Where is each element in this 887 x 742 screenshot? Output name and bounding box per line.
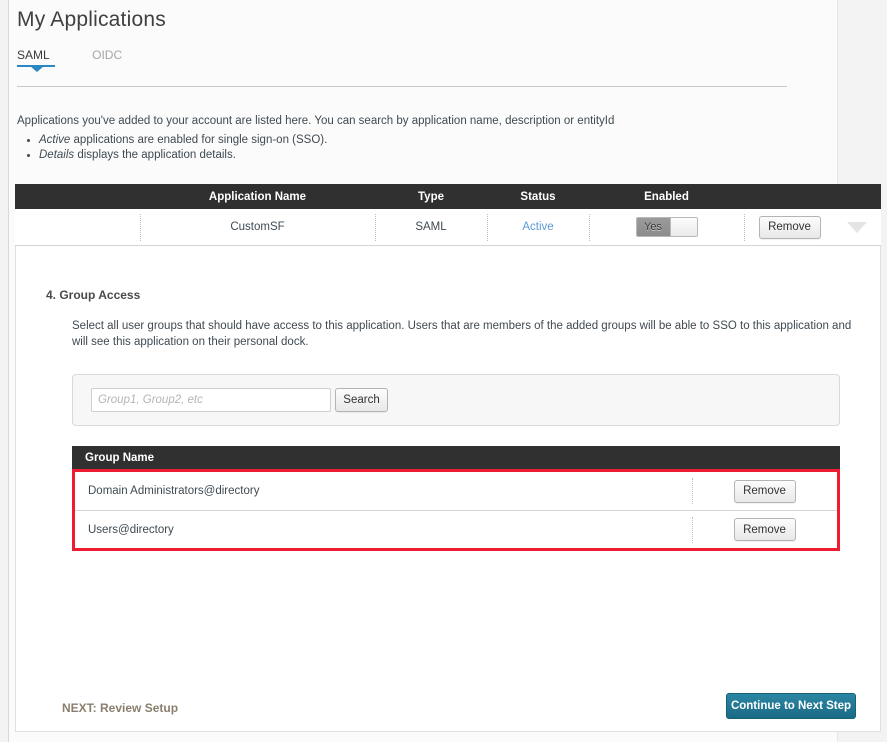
group-search-input[interactable]: [91, 388, 331, 412]
app-screen: My Applications SAML OIDC Applications y…: [0, 0, 887, 742]
page-title: My Applications: [17, 8, 166, 32]
column-header-type: Type: [375, 191, 487, 203]
cell-actions: Remove: [744, 209, 881, 246]
caret-down-icon[interactable]: [847, 222, 867, 233]
step-title: 4. Group Access: [46, 288, 140, 302]
step-description: Select all user groups that should have …: [72, 318, 858, 350]
status-link[interactable]: Active: [522, 221, 553, 233]
remove-group-button[interactable]: Remove: [734, 480, 796, 503]
application-detail-panel: 4. Group Access Select all user groups t…: [15, 246, 881, 732]
page-description: Applications you've added to your accoun…: [17, 115, 817, 127]
toggle-on-label: Yes: [637, 218, 670, 236]
list-item: Active applications are enabled for sing…: [39, 133, 327, 148]
cell-application-name: CustomSF: [140, 209, 375, 246]
column-header-enabled: Enabled: [589, 191, 744, 203]
search-button[interactable]: Search: [335, 388, 388, 412]
header-divider: [17, 86, 787, 87]
column-header-status: Status: [487, 191, 589, 203]
tab-saml[interactable]: SAML: [17, 48, 50, 64]
cell-status: Active: [487, 209, 589, 246]
applications-table: Application Name Type Status Enabled Cus…: [15, 184, 881, 246]
toggle-knob: [670, 218, 697, 236]
table-row: Domain Administrators@directory Remove: [75, 472, 837, 510]
cell-actions: Remove: [692, 511, 837, 549]
cell-group-name: Domain Administrators@directory: [75, 485, 692, 497]
cell-type: SAML: [375, 209, 487, 246]
active-tab-caret-icon: [30, 66, 44, 72]
list-item: Details displays the application details…: [39, 148, 327, 163]
tab-oidc[interactable]: OIDC: [92, 48, 122, 64]
cell-enabled: Yes: [589, 209, 744, 246]
remove-application-button[interactable]: Remove: [759, 216, 821, 239]
remove-group-button[interactable]: Remove: [734, 518, 796, 541]
bullet-emphasis: Active: [39, 134, 70, 146]
table-row[interactable]: CustomSF SAML Active Yes Remove: [15, 209, 881, 246]
cell-actions: Remove: [692, 472, 837, 510]
bullet-emphasis: Details: [39, 149, 74, 161]
row-spacer: [15, 209, 140, 246]
continue-to-next-step-button[interactable]: Continue to Next Step: [726, 693, 856, 719]
bullet-text: applications are enabled for single sign…: [70, 134, 327, 146]
column-header-application-name: Application Name: [140, 191, 375, 203]
group-table-body-highlighted: Domain Administrators@directory Remove U…: [72, 469, 840, 551]
enabled-toggle[interactable]: Yes: [636, 217, 698, 237]
group-table-header: Group Name: [72, 446, 840, 469]
table-row: Users@directory Remove: [75, 510, 837, 548]
next-step-label: NEXT: Review Setup: [62, 701, 178, 715]
page-panel: My Applications SAML OIDC Applications y…: [8, 0, 838, 742]
group-search-panel: Search: [72, 374, 840, 426]
group-access-table: Group Name Domain Administrators@directo…: [72, 446, 840, 551]
tab-bar: SAML OIDC: [17, 46, 160, 76]
page-bullet-list: Active applications are enabled for sing…: [17, 133, 327, 163]
bullet-text: displays the application details.: [74, 149, 236, 161]
applications-table-header: Application Name Type Status Enabled: [15, 184, 881, 209]
cell-group-name: Users@directory: [75, 524, 692, 536]
